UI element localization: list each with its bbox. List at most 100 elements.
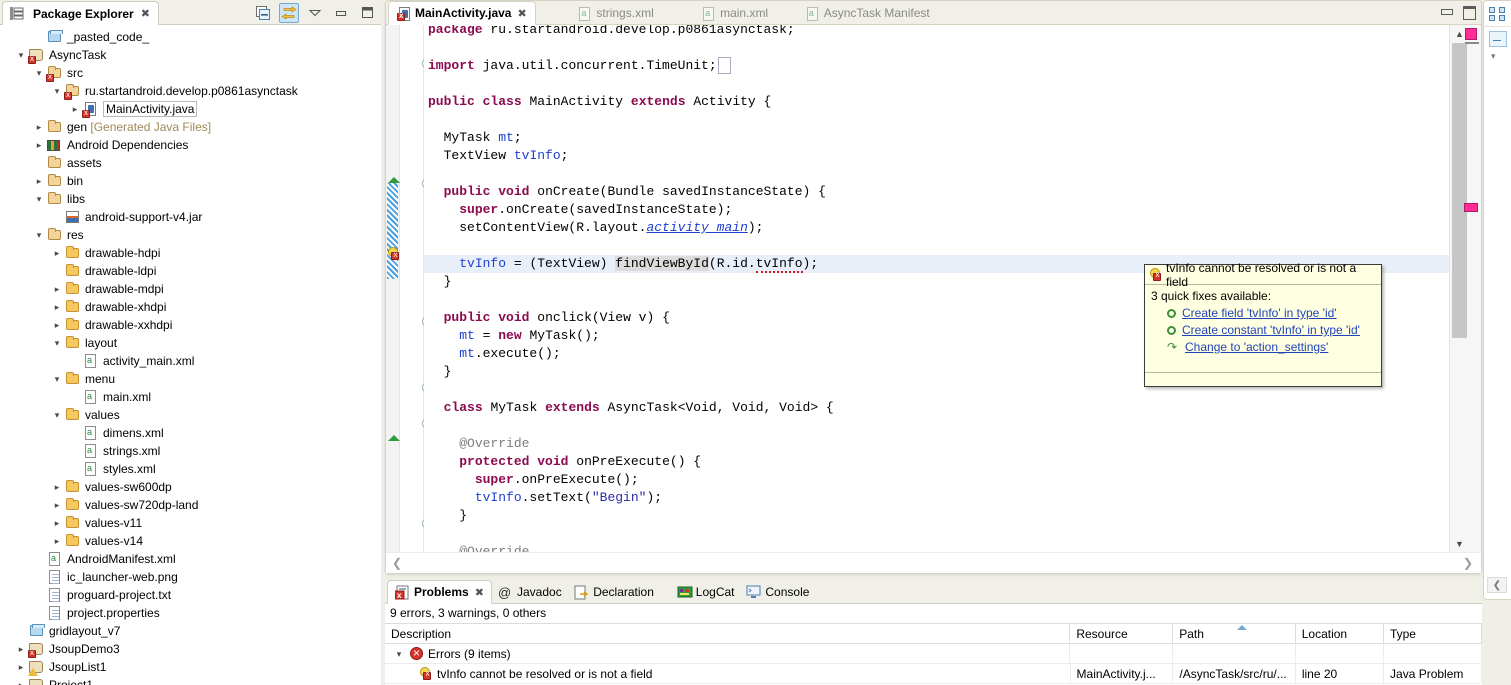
problems-row[interactable]: tvInfo cannot be resolved or is not a fi…	[385, 664, 1482, 684]
tree-item[interactable]: drawable-mdpi	[0, 280, 381, 298]
tree-item[interactable]: android-support-v4.jar	[0, 208, 381, 226]
tree-expand-arrow[interactable]	[32, 122, 46, 133]
tree-item[interactable]: drawable-xxhdpi	[0, 316, 381, 334]
quickfix-link[interactable]: Create field 'tvInfo' in type 'id'	[1182, 306, 1337, 320]
tree-expand-arrow[interactable]	[50, 500, 64, 511]
minimize-icon[interactable]	[1440, 5, 1453, 17]
maximize-icon[interactable]	[357, 3, 377, 23]
tree-expand-arrow[interactable]	[50, 482, 64, 493]
tree-expand-arrow[interactable]	[32, 140, 46, 151]
tree-item[interactable]: main.xml	[0, 388, 381, 406]
tree-item[interactable]: values	[0, 406, 381, 424]
outline-view-collapsed[interactable]: ▾ ❮	[1483, 0, 1511, 600]
tree-item[interactable]: assets	[0, 154, 381, 172]
tree-item[interactable]: project.properties	[0, 604, 381, 622]
bottom-tab-problems[interactable]: x Problems ✖	[387, 580, 492, 604]
tree-expand-arrow[interactable]	[50, 302, 64, 313]
tree-expand-arrow[interactable]	[32, 230, 46, 241]
tree-item[interactable]: src	[0, 64, 381, 82]
editor-tab-mainactivity-java[interactable]: MainActivity.java ✖	[388, 1, 536, 25]
tree-item[interactable]: libs	[0, 190, 381, 208]
close-icon[interactable]: ✖	[475, 586, 484, 599]
tree-item[interactable]: drawable-ldpi	[0, 262, 381, 280]
tree-item[interactable]: values-sw720dp-land	[0, 496, 381, 514]
chevron-down-icon[interactable]: ▾	[1491, 51, 1496, 62]
column-header-location[interactable]: Location	[1296, 624, 1384, 643]
tree-item[interactable]: AsyncTask	[0, 46, 381, 64]
tree-item[interactable]: AndroidManifest.xml	[0, 550, 381, 568]
tree-item[interactable]: drawable-hdpi	[0, 244, 381, 262]
tree-item[interactable]: layout	[0, 334, 381, 352]
editor-overview-ruler[interactable]: ▲ ▼	[1449, 25, 1481, 552]
editor-tab-main-xml[interactable]: main.xml	[694, 1, 776, 25]
tree-item[interactable]: Android Dependencies	[0, 136, 381, 154]
overview-error-marker[interactable]	[1464, 203, 1478, 212]
tree-item[interactable]: proguard-project.txt	[0, 586, 381, 604]
tree-expand-arrow[interactable]	[50, 320, 64, 331]
close-icon[interactable]: ✖	[141, 7, 150, 20]
tree-item[interactable]: JsoupList1	[0, 658, 381, 676]
tree-item[interactable]: JsoupDemo3	[0, 640, 381, 658]
tree-item[interactable]: dimens.xml	[0, 424, 381, 442]
restore-icon[interactable]	[1489, 31, 1507, 47]
editor-tab-asynctask-manifest[interactable]: AsyncTask Manifest	[798, 1, 938, 25]
scroll-down-arrow-icon[interactable]: ▼	[1452, 535, 1467, 552]
quickfix-option[interactable]: ↷ Change to 'action_settings'	[1167, 340, 1375, 354]
tree-item[interactable]: strings.xml	[0, 442, 381, 460]
tree-item[interactable]: menu	[0, 370, 381, 388]
bottom-tab-declaration[interactable]: Declaration	[567, 580, 661, 604]
tree-item[interactable]: gen [Generated Java Files]	[0, 118, 381, 136]
view-menu-icon[interactable]	[305, 3, 325, 23]
tree-item[interactable]: res	[0, 226, 381, 244]
bottom-tab-javadoc[interactable]: @ Javadoc	[491, 580, 569, 604]
tree-expand-arrow[interactable]	[393, 644, 405, 663]
minimize-icon[interactable]	[331, 3, 351, 23]
problems-table-rows[interactable]: Errors (9 items) tvInfo cannot be resolve…	[385, 644, 1483, 684]
tree-expand-arrow[interactable]	[50, 86, 64, 97]
tree-expand-arrow[interactable]	[14, 662, 28, 673]
tree-item[interactable]: gridlayout_v7	[0, 622, 381, 640]
tree-item[interactable]: bin	[0, 172, 381, 190]
editor-marker-gutter[interactable]	[386, 25, 400, 552]
quickfix-link[interactable]: Change to 'action_settings'	[1185, 340, 1328, 354]
bottom-tab-console[interactable]: Console	[739, 580, 816, 604]
outline-view-icon[interactable]	[1484, 1, 1511, 27]
vertical-scrollbar-thumb[interactable]	[1452, 43, 1467, 338]
tree-expand-arrow[interactable]	[32, 68, 46, 79]
quickfix-option[interactable]: Create constant 'tvInfo' in type 'id'	[1167, 323, 1375, 337]
tree-expand-arrow[interactable]	[50, 374, 64, 385]
tree-item[interactable]: values-sw600dp	[0, 478, 381, 496]
tree-expand-arrow[interactable]	[32, 194, 46, 205]
tree-expand-arrow[interactable]	[50, 536, 64, 547]
tree-item[interactable]: Project1	[0, 676, 381, 685]
tree-item[interactable]: ru.startandroid.develop.p0861asynctask	[0, 82, 381, 100]
overview-marker-summary[interactable]	[1465, 28, 1479, 44]
expand-left-icon[interactable]: ❮	[1487, 577, 1507, 593]
tree-expand-arrow[interactable]	[50, 248, 64, 259]
editor-tab-strings-xml[interactable]: strings.xml	[570, 1, 661, 25]
tree-item[interactable]: values-v11	[0, 514, 381, 532]
tree-expand-arrow[interactable]	[50, 410, 64, 421]
quickfix-error-icon[interactable]	[387, 247, 400, 261]
maximize-icon[interactable]	[1462, 5, 1476, 20]
editor-horizontal-scrollbar[interactable]: ❮ ❯	[386, 552, 1481, 573]
collapse-all-icon[interactable]	[253, 3, 273, 23]
tree-expand-arrow[interactable]	[14, 680, 28, 685]
tree-expand-arrow[interactable]	[32, 176, 46, 187]
tree-expand-arrow[interactable]	[50, 284, 64, 295]
tree-expand-arrow[interactable]	[50, 518, 64, 529]
tree-item[interactable]: activity_main.xml	[0, 352, 381, 370]
tree-expand-arrow[interactable]	[14, 50, 28, 61]
tree-item[interactable]: MainActivity.java	[0, 100, 381, 118]
bottom-tab-logcat[interactable]: LogCat	[670, 580, 742, 604]
tree-expand-arrow[interactable]	[14, 644, 28, 655]
tree-expand-arrow[interactable]	[68, 104, 82, 115]
project-tree[interactable]: _pasted_code_ AsyncTask srcru.startandroid…	[0, 25, 381, 685]
tree-item[interactable]: values-v14	[0, 532, 381, 550]
column-header-resource[interactable]: Resource	[1070, 624, 1174, 643]
tree-item[interactable]: styles.xml	[0, 460, 381, 478]
column-header-type[interactable]: Type	[1384, 624, 1482, 643]
tab-package-explorer[interactable]: Package Explorer ✖	[2, 1, 159, 25]
problems-table[interactable]: Description Resource Path Location Type Erro…	[385, 623, 1483, 685]
close-icon[interactable]: ✖	[517, 7, 526, 20]
